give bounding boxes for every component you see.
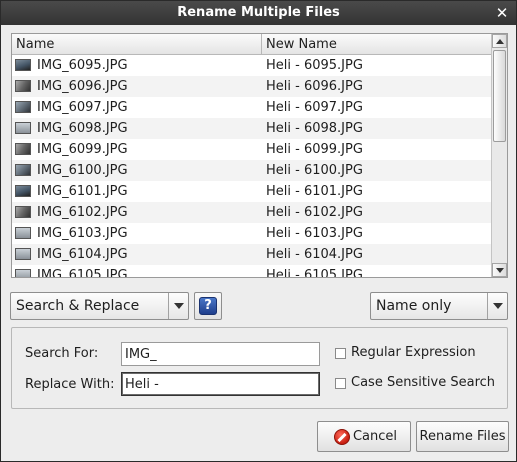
new-name-cell: Heli - 6102.JPG (266, 205, 363, 220)
scope-select-arrow[interactable] (487, 293, 507, 319)
rename-files-button-label: Rename Files (419, 429, 506, 444)
list-header: Name New Name (12, 34, 492, 55)
help-icon: ? (199, 297, 217, 315)
table-row[interactable]: IMG_6102.JPG Heli - 6102.JPG (12, 202, 492, 223)
arrow-down-icon (496, 268, 504, 273)
chevron-down-icon (493, 303, 503, 309)
file-name-cell: IMG_6105.JPG (37, 268, 128, 278)
file-list[interactable]: Name New Name IMG_6095.JPG Heli - 6095.JP… (11, 33, 508, 278)
table-row[interactable]: IMG_6105.JPG Heli - 6105.JPG (12, 265, 492, 278)
column-header-new-name[interactable]: New Name (262, 34, 492, 55)
vertical-scrollbar[interactable] (491, 34, 507, 277)
column-header-name[interactable]: Name (12, 34, 262, 55)
table-row[interactable]: IMG_6096.JPG Heli - 6096.JPG (12, 76, 492, 97)
new-name-cell: Heli - 6101.JPG (266, 184, 363, 199)
file-name-cell: IMG_6100.JPG (37, 163, 128, 178)
mode-select[interactable]: Search & Replace (10, 292, 189, 320)
file-name-cell: IMG_6104.JPG (37, 247, 128, 262)
scrollbar-thumb[interactable] (493, 50, 506, 142)
new-name-cell: Heli - 6096.JPG (266, 79, 363, 94)
image-thumbnail-icon (15, 248, 31, 260)
search-for-label: Search For: (25, 346, 99, 361)
dialog-title: Rename Multiple Files (177, 5, 340, 20)
case-sensitive-checkbox[interactable] (335, 378, 346, 389)
image-thumbnail-icon (15, 164, 31, 176)
table-row[interactable]: IMG_6100.JPG Heli - 6100.JPG (12, 160, 492, 181)
new-name-cell: Heli - 6097.JPG (266, 100, 363, 115)
table-row[interactable]: IMG_6099.JPG Heli - 6099.JPG (12, 139, 492, 160)
table-row[interactable]: IMG_6095.JPG Heli - 6095.JPG (12, 55, 492, 76)
scroll-up-button[interactable] (492, 34, 507, 48)
image-thumbnail-icon (15, 143, 31, 155)
new-name-cell: Heli - 6100.JPG (266, 163, 363, 178)
image-thumbnail-icon (15, 122, 31, 134)
file-name-cell: IMG_6101.JPG (37, 184, 128, 199)
help-button[interactable]: ? (194, 292, 222, 320)
search-replace-panel: Search For: Replace With: Regular Expres… (11, 327, 508, 409)
rename-files-button[interactable]: Rename Files (416, 421, 509, 452)
scope-select[interactable]: Name only (370, 292, 508, 320)
case-sensitive-label[interactable]: Case Sensitive Search (351, 375, 495, 390)
new-name-cell: Heli - 6099.JPG (266, 142, 363, 157)
table-row[interactable]: IMG_6103.JPG Heli - 6103.JPG (12, 223, 492, 244)
image-thumbnail-icon (15, 206, 31, 218)
file-name-cell: IMG_6102.JPG (37, 205, 128, 220)
mode-select-arrow[interactable] (168, 293, 188, 319)
mode-select-value: Search & Replace (16, 298, 140, 314)
image-thumbnail-icon (15, 59, 31, 71)
title-bar: Rename Multiple Files ✕ (1, 1, 516, 25)
scroll-down-button[interactable] (492, 263, 507, 277)
image-thumbnail-icon (15, 101, 31, 113)
file-rows: IMG_6095.JPG Heli - 6095.JPG IMG_6096.JPG H… (12, 55, 492, 278)
table-row[interactable]: IMG_6098.JPG Heli - 6098.JPG (12, 118, 492, 139)
cancel-button[interactable]: Cancel (317, 421, 411, 452)
table-row[interactable]: IMG_6097.JPG Heli - 6097.JPG (12, 97, 492, 118)
image-thumbnail-icon (15, 269, 31, 277)
chevron-down-icon (174, 303, 184, 309)
replace-with-label: Replace With: (25, 377, 115, 392)
new-name-cell: Heli - 6103.JPG (266, 226, 363, 241)
table-row[interactable]: IMG_6104.JPG Heli - 6104.JPG (12, 244, 492, 265)
image-thumbnail-icon (15, 185, 31, 197)
regex-label[interactable]: Regular Expression (351, 345, 476, 360)
file-name-cell: IMG_6097.JPG (37, 100, 128, 115)
image-thumbnail-icon (15, 227, 31, 239)
cancel-icon (334, 429, 350, 445)
image-thumbnail-icon (15, 80, 31, 92)
close-icon[interactable]: ✕ (494, 1, 510, 25)
new-name-cell: Heli - 6105.JPG (266, 268, 363, 278)
new-name-cell: Heli - 6098.JPG (266, 121, 363, 136)
cancel-button-label: Cancel (352, 429, 398, 444)
scope-select-value: Name only (376, 298, 452, 314)
table-row[interactable]: IMG_6101.JPG Heli - 6101.JPG (12, 181, 492, 202)
file-name-cell: IMG_6096.JPG (37, 79, 128, 94)
search-for-input[interactable] (121, 342, 320, 366)
file-name-cell: IMG_6099.JPG (37, 142, 128, 157)
new-name-cell: Heli - 6104.JPG (266, 247, 363, 262)
file-name-cell: IMG_6095.JPG (37, 58, 128, 73)
file-name-cell: IMG_6098.JPG (37, 121, 128, 136)
arrow-up-icon (496, 39, 504, 44)
replace-with-input[interactable] (121, 372, 320, 396)
new-name-cell: Heli - 6095.JPG (266, 58, 363, 73)
rename-dialog: Rename Multiple Files ✕ Name New Name IM… (0, 0, 517, 462)
file-name-cell: IMG_6103.JPG (37, 226, 128, 241)
regex-checkbox[interactable] (335, 348, 346, 359)
